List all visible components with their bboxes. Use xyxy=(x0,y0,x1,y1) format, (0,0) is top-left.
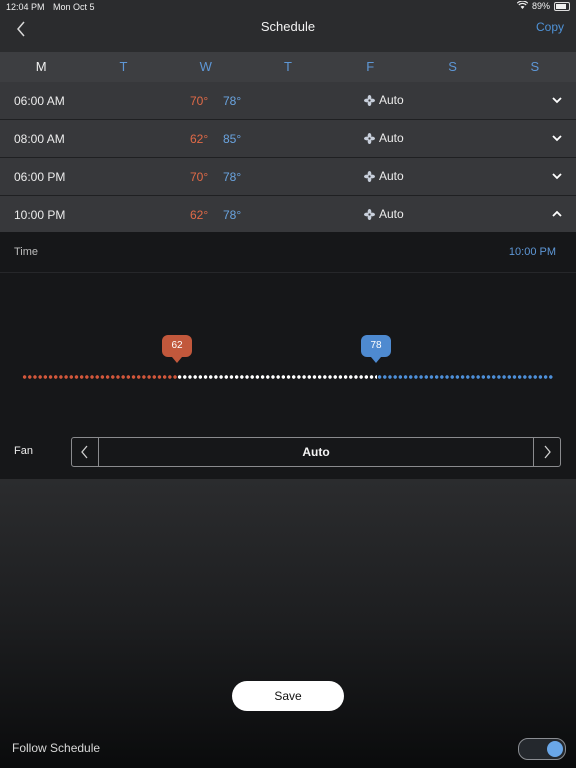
row-time: 10:00 PM xyxy=(14,208,66,222)
schedule-row[interactable]: 06:00 PM 70° 78° Auto xyxy=(0,158,576,196)
cool-range-track xyxy=(377,375,554,379)
row-cool-setpoint: 78° xyxy=(223,170,242,184)
schedule-list: 06:00 AM 70° 78° Auto 08:00 AM 62° 85° A… xyxy=(0,82,576,234)
row-cool-setpoint: 78° xyxy=(223,94,242,108)
row-heat-setpoint: 70° xyxy=(190,170,209,184)
row-cool-setpoint: 85° xyxy=(223,132,242,146)
row-time: 08:00 AM xyxy=(14,132,65,146)
chevron-down-icon[interactable] xyxy=(550,93,564,107)
day-selector: M T W T F S S xyxy=(0,52,576,82)
cool-setpoint-handle[interactable]: 78 xyxy=(361,335,391,363)
row-fan-mode: Auto xyxy=(379,93,404,107)
status-date: Mon Oct 5 xyxy=(53,2,95,12)
fan-previous-button[interactable] xyxy=(72,438,99,466)
fan-mode-selector: Auto xyxy=(71,437,561,467)
chevron-down-icon[interactable] xyxy=(550,131,564,145)
row-time: 06:00 PM xyxy=(14,170,66,184)
follow-schedule-toggle[interactable] xyxy=(518,738,566,760)
row-heat-setpoint: 70° xyxy=(190,94,209,108)
day-tab-tuesday[interactable]: T xyxy=(82,52,164,82)
fan-mode-value: Auto xyxy=(302,445,330,459)
fan-icon xyxy=(364,170,375,182)
chevron-left-icon xyxy=(81,445,88,459)
setpoint-range-slider[interactable]: 62 78 xyxy=(0,332,576,392)
copy-button[interactable]: Copy xyxy=(536,20,564,34)
row-heat-setpoint: 62° xyxy=(190,132,209,146)
row-heat-setpoint: 62° xyxy=(190,208,209,222)
toggle-knob xyxy=(547,741,563,757)
schedule-row[interactable]: 06:00 AM 70° 78° Auto xyxy=(0,82,576,120)
time-value[interactable]: 10:00 PM xyxy=(509,246,556,258)
time-setting-row[interactable]: Time 10:00 PM xyxy=(0,232,576,273)
row-fan-mode: Auto xyxy=(379,207,404,221)
status-time: 12:04 PM xyxy=(6,2,45,12)
comfort-range-track xyxy=(177,375,377,379)
wifi-icon xyxy=(516,0,529,11)
row-fan-mode: Auto xyxy=(379,131,404,145)
heat-range-track xyxy=(22,375,177,379)
fan-label: Fan xyxy=(14,445,33,457)
row-time: 06:00 AM xyxy=(14,94,65,108)
battery-percent: 89% xyxy=(531,1,550,11)
schedule-row-expanded[interactable]: 10:00 PM 62° 78° Auto xyxy=(0,196,576,234)
day-tab-wednesday[interactable]: W xyxy=(165,52,247,82)
navigation-bar: Schedule Copy xyxy=(0,14,576,52)
save-button[interactable]: Save xyxy=(232,681,344,711)
row-cool-setpoint: 78° xyxy=(223,208,242,222)
schedule-row[interactable]: 08:00 AM 62° 85° Auto xyxy=(0,120,576,158)
chevron-down-icon[interactable] xyxy=(550,169,564,183)
schedule-detail-panel: Time 10:00 PM 62 78 Fan Auto xyxy=(0,232,576,479)
slider-track[interactable] xyxy=(22,374,554,380)
follow-schedule-label: Follow Schedule xyxy=(12,741,101,755)
page-title: Schedule xyxy=(260,19,316,34)
fan-icon xyxy=(364,94,375,106)
fan-icon xyxy=(364,208,375,220)
day-tab-thursday[interactable]: T xyxy=(247,52,329,82)
fan-next-button[interactable] xyxy=(533,438,560,466)
chevron-right-icon xyxy=(544,445,551,459)
battery-icon xyxy=(554,1,570,11)
row-fan-mode: Auto xyxy=(379,169,404,183)
status-bar: 12:04 PM Mon Oct 5 89% xyxy=(0,0,576,14)
time-label: Time xyxy=(14,246,39,258)
day-tab-monday[interactable]: M xyxy=(0,52,82,82)
heat-setpoint-handle[interactable]: 62 xyxy=(162,335,192,363)
fan-icon xyxy=(364,132,375,144)
day-tab-sunday[interactable]: S xyxy=(494,52,576,82)
day-tab-friday[interactable]: F xyxy=(329,52,411,82)
chevron-up-icon[interactable] xyxy=(550,207,564,221)
day-tab-saturday[interactable]: S xyxy=(411,52,493,82)
